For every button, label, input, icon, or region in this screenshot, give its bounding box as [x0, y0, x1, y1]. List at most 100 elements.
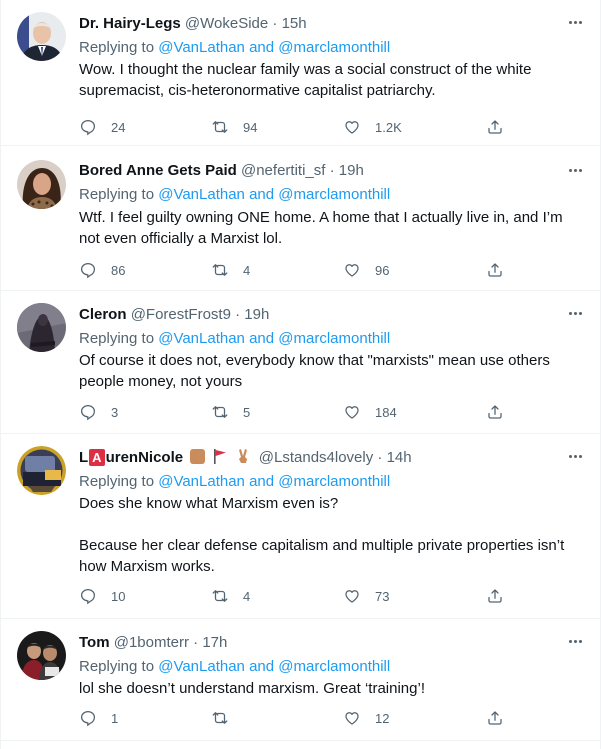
- replying-to-label: Replying to: [79, 186, 155, 203]
- like-button[interactable]: 12: [343, 708, 389, 728]
- reply-bubble-icon: [80, 119, 96, 136]
- reply-button[interactable]: 24: [79, 117, 125, 137]
- retweet-icon: [212, 712, 228, 724]
- mention-and[interactable]: and: [249, 473, 274, 490]
- mention-and[interactable]: and: [249, 186, 274, 203]
- share-button[interactable]: [486, 402, 504, 422]
- retweet-icon: [212, 264, 228, 276]
- avatar[interactable]: [17, 446, 66, 495]
- car-interior-avatar-icon: [17, 446, 66, 495]
- reply-button[interactable]: 1: [79, 708, 118, 728]
- tweet[interactable]: Bored Anne Gets Paid @nefertiti_sf · 19h…: [1, 146, 600, 291]
- victory-hand-emoji: [238, 449, 247, 463]
- display-name[interactable]: Bored Anne Gets Paid: [79, 162, 237, 179]
- share-icon: [488, 405, 502, 419]
- tweet-paragraph: Wow. I thought the nuclear family was a …: [79, 61, 532, 99]
- like-button[interactable]: 96: [343, 260, 389, 280]
- avatar[interactable]: [17, 160, 66, 209]
- tweet-text: Wow. I thought the nuclear family was a …: [79, 59, 579, 101]
- user-handle[interactable]: @WokeSide: [185, 15, 268, 32]
- reply-bubble-icon: [80, 710, 96, 727]
- mention-link[interactable]: @marclamonthill: [278, 330, 390, 347]
- tweet-header: Tom @1bomterr · 17h: [79, 633, 560, 653]
- replying-to-label: Replying to: [79, 473, 155, 490]
- timestamp[interactable]: 19h: [244, 306, 269, 323]
- separator-dot: ·: [272, 15, 278, 32]
- heart-icon: [345, 712, 359, 725]
- replying-to: Replying to @VanLathan and @marclamonthi…: [79, 657, 390, 677]
- tweet[interactable]: Cleron @ForestFrost9 · 19h Replying to @…: [1, 291, 600, 434]
- tweet-actions: 3 5 184: [79, 402, 509, 422]
- mention-and[interactable]: and: [249, 39, 274, 56]
- retweet-button[interactable]: [211, 708, 243, 728]
- mention-link[interactable]: @marclamonthill: [278, 186, 390, 203]
- display-name[interactable]: Dr. Hairy-Legs: [79, 15, 181, 32]
- share-icon: [488, 589, 502, 603]
- user-handle[interactable]: @ForestFrost9: [131, 306, 231, 323]
- user-handle[interactable]: @1bomterr: [114, 634, 189, 651]
- timestamp[interactable]: 14h: [387, 449, 412, 466]
- reply-bubble-icon: [80, 404, 96, 421]
- display-name[interactable]: L AurenNicole: [79, 449, 183, 466]
- display-name[interactable]: Tom: [79, 634, 110, 651]
- retweet-button[interactable]: 94: [211, 117, 257, 137]
- tweet[interactable]: Dr. Hairy-Legs @WokeSide · 15h Replying …: [1, 0, 600, 146]
- like-button[interactable]: 73: [343, 586, 389, 606]
- timestamp[interactable]: 19h: [339, 162, 364, 179]
- reply-button[interactable]: 10: [79, 586, 125, 606]
- mention-link[interactable]: @VanLathan: [158, 658, 245, 675]
- dark-figure-avatar-icon: [17, 303, 66, 352]
- heart-icon: [345, 264, 359, 277]
- more-dots-icon[interactable]: [566, 305, 584, 321]
- man-in-suit-avatar-icon: [17, 12, 66, 61]
- avatar[interactable]: [17, 12, 66, 61]
- share-button[interactable]: [486, 708, 504, 728]
- more-dots-icon[interactable]: [566, 448, 584, 464]
- timestamp[interactable]: 15h: [282, 15, 307, 32]
- reply-count: 86: [111, 262, 126, 278]
- mention-link[interactable]: @VanLathan: [158, 330, 245, 347]
- mention-link[interactable]: @marclamonthill: [278, 658, 390, 675]
- tweet[interactable]: Tom @1bomterr · 17h Replying to @VanLath…: [1, 619, 600, 741]
- retweet-button[interactable]: 4: [211, 586, 250, 606]
- more-dots-icon[interactable]: [566, 14, 584, 30]
- retweet-button[interactable]: 5: [211, 402, 250, 422]
- mention-and[interactable]: and: [249, 330, 274, 347]
- tweet[interactable]: L AurenNicole @Lstands4lovely · 14h Reply…: [1, 434, 600, 619]
- mention-link[interactable]: @VanLathan: [158, 39, 245, 56]
- avatar[interactable]: [17, 631, 66, 680]
- display-name[interactable]: Cleron: [79, 306, 127, 323]
- share-icon: [488, 120, 502, 134]
- tweet-header: L AurenNicole @Lstands4lovely · 14h: [79, 448, 560, 468]
- mention-link[interactable]: @marclamonthill: [278, 39, 390, 56]
- mention-link[interactable]: @VanLathan: [158, 186, 245, 203]
- tweet-actions: 86 4 96: [79, 260, 509, 280]
- like-button[interactable]: 1.2K: [343, 117, 402, 137]
- more-dots-icon[interactable]: [566, 162, 584, 178]
- share-button[interactable]: [486, 260, 504, 280]
- replying-to: Replying to @VanLathan and @marclamonthi…: [79, 329, 390, 349]
- reply-count: 24: [111, 119, 126, 135]
- more-dots-icon[interactable]: [566, 633, 584, 649]
- reply-button[interactable]: 86: [79, 260, 125, 280]
- mention-link[interactable]: @marclamonthill: [278, 473, 390, 490]
- reply-button[interactable]: 3: [79, 402, 118, 422]
- like-button[interactable]: 184: [343, 402, 397, 422]
- share-button[interactable]: [486, 586, 504, 606]
- mention-link[interactable]: @VanLathan: [158, 473, 245, 490]
- mention-and[interactable]: and: [249, 658, 274, 675]
- reply-count: 3: [111, 404, 119, 420]
- retweet-count: 4: [243, 262, 251, 278]
- replying-to: Replying to @VanLathan and @marclamonthi…: [79, 185, 390, 205]
- display-name-part: L: [79, 449, 89, 466]
- avatar[interactable]: [17, 303, 66, 352]
- retweet-button[interactable]: 4: [211, 260, 250, 280]
- heart-icon: [345, 121, 359, 134]
- reply-bubble-icon: [80, 262, 96, 279]
- user-handle[interactable]: @nefertiti_sf: [241, 162, 325, 179]
- user-handle[interactable]: @Lstands4lovely: [259, 449, 373, 466]
- replying-to: Replying to @VanLathan and @marclamonthi…: [79, 472, 390, 492]
- tweet-text: Of course it does not, everybody know th…: [79, 350, 579, 392]
- timestamp[interactable]: 17h: [202, 634, 227, 651]
- share-button[interactable]: [486, 117, 504, 137]
